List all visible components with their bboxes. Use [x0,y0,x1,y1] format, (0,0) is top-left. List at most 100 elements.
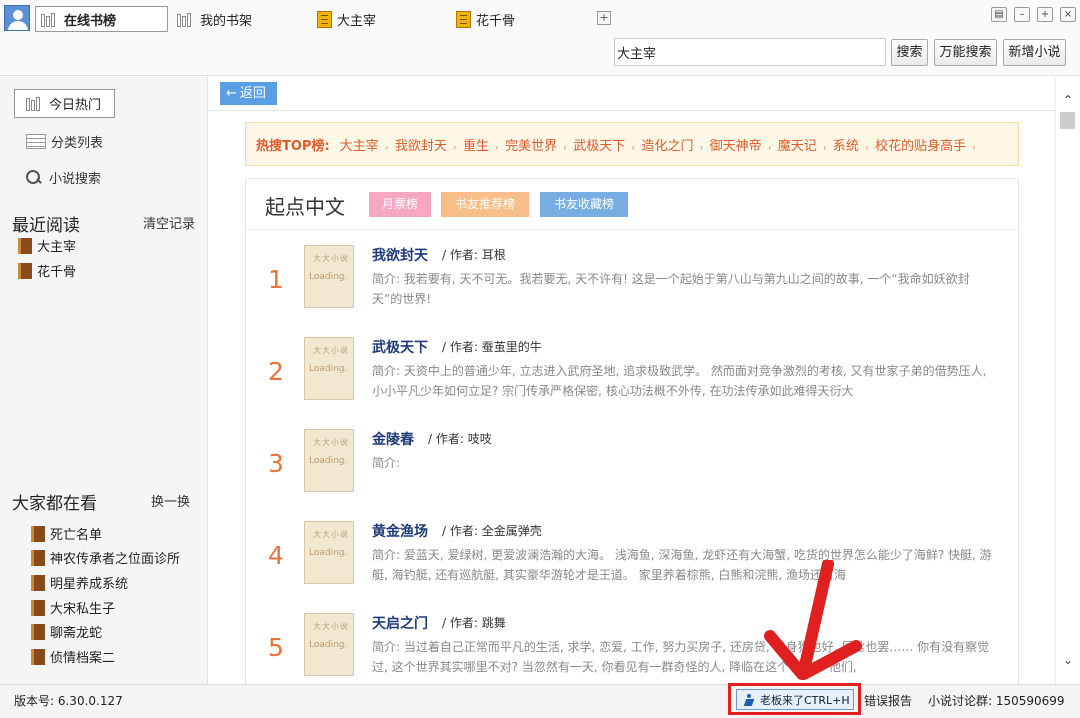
ranking-panel: 起点中文 月票榜 书友推荐榜 书友收藏榜 1 大大小说 Loading. 我欲封天… [245,178,1019,685]
tab-reader-favorite[interactable]: 书友收藏榜 [540,192,628,217]
tab-label: 大主宰 [337,13,377,29]
book-intro: 简介: 天资中上的普通少年, 立志进入武府圣地, 追求极致武学。 然而面对竞争激… [372,364,987,398]
tab-label: 花千骨 [476,13,516,29]
running-man-icon [743,693,755,706]
hot-keyword[interactable]: 大主宰 [340,135,379,154]
list-item-label: 聊斋龙蛇 [50,626,103,641]
book-author: / 作者: 全金属弹壳 [442,524,542,538]
divider: , [822,136,827,152]
book-title[interactable]: 天启之门 [372,613,428,633]
clear-history-button[interactable]: 清空记录 [143,213,195,232]
sidebar-item-novel-search[interactable]: 小说搜索 [26,168,101,187]
book-title[interactable]: 我欲封天 [372,245,428,265]
divider: , [384,136,389,152]
back-label: 返回 [239,86,266,101]
list-item[interactable]: 聊斋龙蛇 [31,622,102,641]
qq-group-label: 小说讨论群: 150590699 [928,694,1065,708]
scrollbar[interactable]: ⌃ ⌄ [1055,77,1080,684]
rank-number: 5 [268,633,284,662]
list-item[interactable]: 5 大大小说 Loading. 天启之门 / 作者: 跳舞 简介: 当过着自己正常… [246,613,1018,685]
list-item-label: 神农传承者之位面诊所 [50,552,181,567]
book-cover[interactable]: 大大小说 Loading. [304,337,354,400]
status-bar: 版本号: 6.30.0.127 老板来了CTRL+H 错误报告 小说讨论群: 1… [0,683,1080,718]
hot-keyword[interactable]: 武极天下 [573,135,625,154]
refresh-list-button[interactable]: 换一换 [151,491,190,510]
recent-item-label: 花千骨 [37,265,77,280]
book-cover[interactable]: 大大小说 Loading. [304,521,354,584]
boss-key-label: 老板来了CTRL+H [760,693,850,707]
close-icon[interactable]: × [1060,7,1076,22]
rank-number: 3 [268,449,284,478]
book-cover[interactable]: 大大小说 Loading. [304,245,354,308]
book-cover[interactable]: 大大小说 Loading. [304,429,354,492]
hot-keyword[interactable]: 校花的贴身高手 [875,135,966,154]
add-novel-button[interactable]: 新增小说 [1003,39,1066,66]
hot-keyword[interactable]: 系统 [833,135,859,154]
rank-number: 2 [268,357,284,386]
tab-monthly-ticket[interactable]: 月票榜 [369,192,431,217]
divider: , [563,136,568,152]
list-item-label: 侦情档案二 [50,651,116,666]
new-tab-button[interactable]: + [597,11,611,25]
tab-online-rank[interactable]: 在线书榜 [35,6,168,32]
tab-book-dazhuzai[interactable]: 大主宰 [317,6,376,32]
list-item[interactable]: 死亡名单 [31,524,102,543]
hot-keyword[interactable]: 重生 [463,135,489,154]
list-item[interactable]: 1 大大小说 Loading. 我欲封天 / 作者: 耳根 简介: 我若要有, 天… [246,245,1018,337]
boss-key-button[interactable]: 老板来了CTRL+H [736,689,854,710]
user-avatar-icon[interactable] [4,5,30,31]
recent-item-label: 大主宰 [37,240,77,255]
back-button[interactable]: ← 返回 [220,82,277,105]
maximize-icon[interactable]: + [1037,7,1053,22]
tab-my-bookshelf[interactable]: 我的书架 [176,6,252,32]
tab-reader-recommend[interactable]: 书友推荐榜 [441,192,529,217]
book-icon [31,574,45,591]
recent-item[interactable]: 花千骨 [18,261,76,280]
list-item[interactable]: 神农传承者之位面诊所 [31,548,180,567]
hot-keyword[interactable]: 我欲封天 [395,135,447,154]
divider: , [699,136,704,152]
search-input[interactable] [614,38,886,66]
book-title[interactable]: 武极天下 [372,337,428,357]
book-icon [31,525,45,542]
recent-item[interactable]: 大主宰 [18,236,76,255]
bookshelf-icon [40,12,60,27]
divider: , [972,136,977,152]
hot-keyword[interactable]: 造化之门 [641,135,693,154]
list-item[interactable]: 侦情档案二 [31,647,115,666]
scrollbar-thumb[interactable] [1060,112,1075,129]
list-item[interactable]: 3 大大小说 Loading. 金陵春 / 作者: 吱吱 简介: [246,429,1018,521]
list-item[interactable]: 大宋私生子 [31,598,115,617]
list-item[interactable]: 明星养成系统 [31,573,128,592]
chevron-down-icon[interactable]: ⌄ [1060,653,1076,667]
universal-search-button[interactable]: 万能搜索 [934,39,997,66]
list-icon [26,134,46,149]
list-item[interactable]: 2 大大小说 Loading. 武极天下 / 作者: 蚕茧里的牛 简介: 天资中上… [246,337,1018,429]
hot-keyword[interactable]: 魔天记 [778,135,817,154]
everyone-watching-title: 大家都在看 [12,494,97,514]
book-title[interactable]: 黄金渔场 [372,521,428,541]
hot-keyword[interactable]: 御天神帝 [710,135,762,154]
list-item[interactable]: 4 大大小说 Loading. 黄金渔场 / 作者: 全金属弹壳 简介: 爱蓝天,… [246,521,1018,613]
book-cover[interactable]: 大大小说 Loading. [304,613,354,676]
bookshelf-icon [25,96,45,111]
hot-keyword[interactable]: 完美世界 [505,135,557,154]
sidebar-item-hot-today[interactable]: 今日热门 [14,89,115,118]
arrow-left-icon: ← [226,86,237,101]
hot-search-label: 热搜TOP榜: [256,138,330,154]
book-author: / 作者: 跳舞 [442,616,506,630]
sidebar-item-label: 分类列表 [51,136,104,151]
chevron-up-icon[interactable]: ⌃ [1060,93,1076,107]
tab-label: 我的书架 [200,13,253,29]
search-button[interactable]: 搜索 [891,39,928,66]
book-title[interactable]: 金陵春 [372,429,414,449]
sidebar-item-category-list[interactable]: 分类列表 [26,132,103,151]
book-icon [31,623,45,640]
minimize-icon[interactable]: – [1014,7,1030,22]
book-icon [18,237,32,254]
error-report-link[interactable]: 错误报告 [864,692,912,709]
skin-icon[interactable]: ▤ [991,7,1007,22]
main-content: ← 返回 热搜TOP榜: 大主宰, 我欲封天, 重生, 完美世界, 武极天下, 造… [209,77,1055,685]
book-icon [31,648,45,665]
tab-book-huaqiangu[interactable]: 花千骨 [456,6,515,32]
